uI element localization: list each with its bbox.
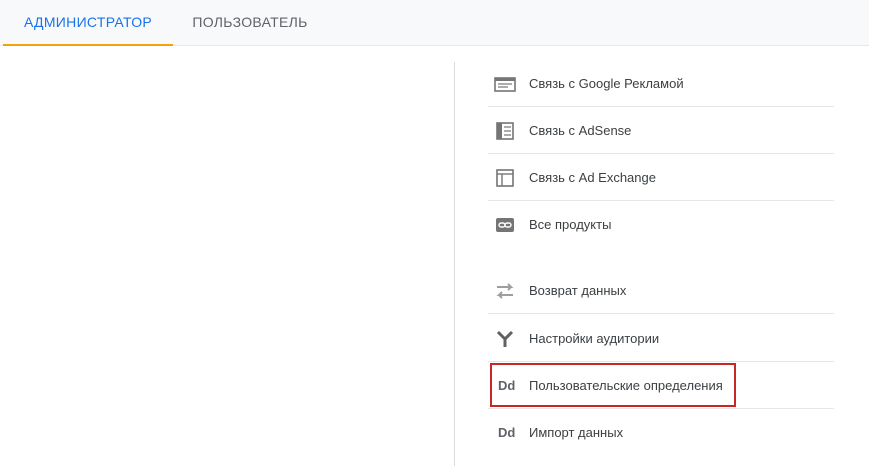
menu-item-all-products[interactable]: Все продукты [488, 202, 834, 248]
tab-bar: АДМИНИСТРАТОР ПОЛЬЗОВАТЕЛЬ [0, 0, 869, 46]
menu-item-audience-settings[interactable]: Настройки аудитории [488, 316, 834, 362]
menu-item-label: Возврат данных [529, 283, 627, 298]
menu-item-adsense-link[interactable]: Связь с AdSense [488, 108, 834, 154]
menu-item-google-ads-link[interactable]: Связь с Google Рекламой [488, 61, 834, 107]
dd-icon: Dd [498, 425, 516, 440]
menu-item-label: Все продукты [529, 217, 612, 232]
dd-icon: Dd [498, 378, 516, 393]
menu-item-label: Импорт данных [529, 425, 624, 440]
menu-item-custom-definitions[interactable]: Dd Пользовательские определения [488, 363, 834, 409]
menu-item-label: Связь с Google Рекламой [529, 76, 684, 91]
column-divider [454, 62, 455, 466]
tab-user[interactable]: ПОЛЬЗОВАТЕЛЬ [180, 0, 320, 46]
menu-item-label: Пользовательские определения [529, 378, 723, 393]
tab-administrator[interactable]: АДМИНИСТРАТОР [3, 0, 173, 46]
ads-link-icon [494, 75, 516, 93]
audience-fork-icon [494, 330, 516, 348]
ad-exchange-link-icon [494, 168, 516, 187]
menu-item-ad-exchange-link[interactable]: Связь с Ad Exchange [488, 155, 834, 201]
adsense-link-icon [494, 121, 516, 140]
menu-item-label: Настройки аудитории [529, 331, 660, 346]
menu-item-label: Связь с Ad Exchange [529, 170, 656, 185]
menu-item-label: Связь с AdSense [529, 123, 632, 138]
link-icon [494, 216, 516, 234]
menu-item-data-import[interactable]: Dd Импорт данных [488, 410, 834, 456]
menu-item-data-return[interactable]: Возврат данных [488, 268, 834, 314]
data-return-icon [494, 282, 516, 300]
